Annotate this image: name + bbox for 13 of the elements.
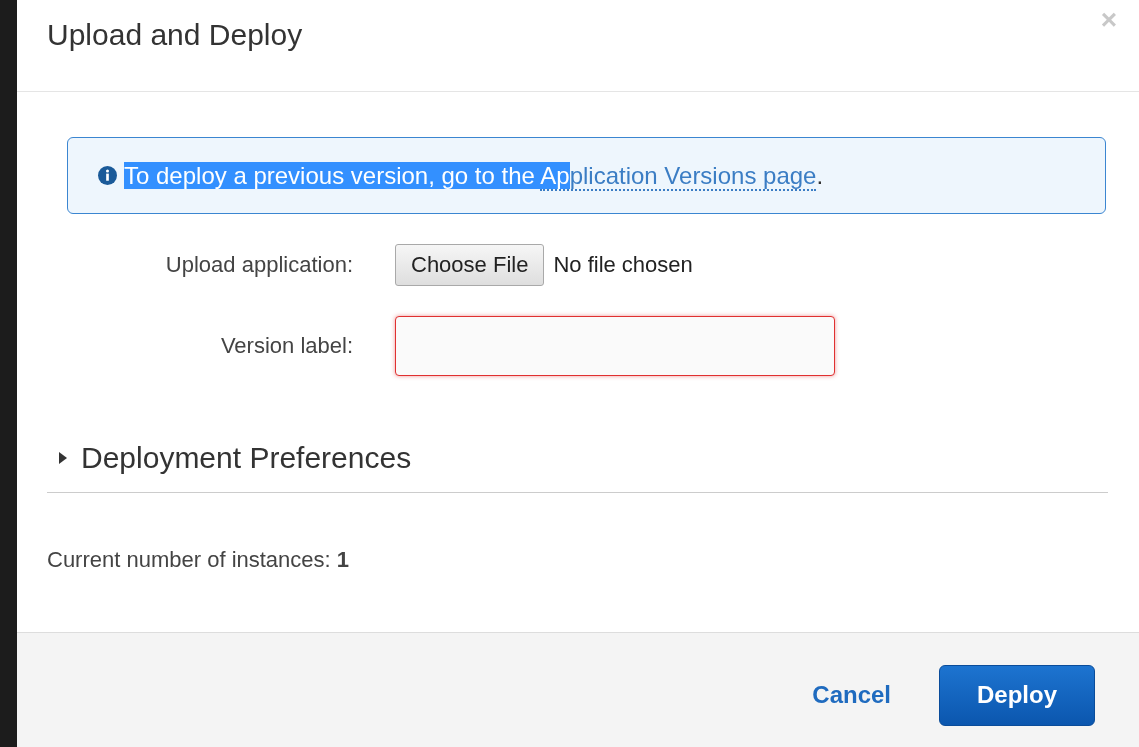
info-icon xyxy=(98,166,117,185)
version-label-field[interactable] xyxy=(395,316,835,376)
info-message: To deploy a previous version, go to the Application Versions page. xyxy=(124,161,824,190)
cancel-button[interactable]: Cancel xyxy=(812,681,891,709)
versions-link[interactable]: Application Versions page xyxy=(540,161,817,191)
deploy-button[interactable]: Deploy xyxy=(939,664,1095,726)
section-toggle[interactable]: Deployment Preferences xyxy=(58,441,412,475)
instances-text: Current number of instances: 1 xyxy=(47,547,351,573)
choose-file-button[interactable]: Choose File xyxy=(395,244,545,286)
dialog-title: Upload and Deploy xyxy=(47,18,303,52)
field-label: Version label: xyxy=(219,333,354,359)
file-status: No file chosen xyxy=(553,252,693,278)
field-label: Upload application: xyxy=(164,252,354,278)
